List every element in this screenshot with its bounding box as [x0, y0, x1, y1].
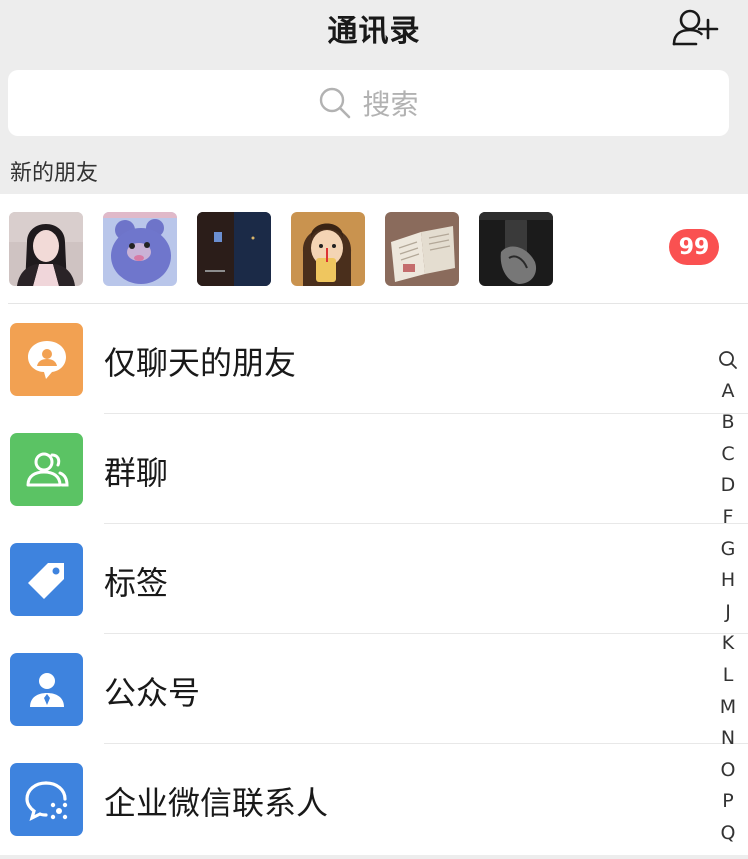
- search-index-icon: [719, 350, 737, 369]
- bottom-edge: [0, 855, 748, 859]
- index-letter[interactable]: C: [712, 439, 744, 471]
- menu-item-label: 公众号: [104, 674, 201, 712]
- index-letter[interactable]: P: [712, 786, 744, 818]
- index-letter[interactable]: M: [712, 692, 744, 724]
- menu-item-group-chats[interactable]: 群聊: [0, 414, 748, 524]
- index-letter[interactable]: N: [712, 723, 744, 755]
- navigation-bar: 通讯录: [0, 0, 748, 56]
- add-friend-icon: [672, 9, 719, 46]
- menu-item-label: 群聊: [104, 454, 169, 492]
- index-letter[interactable]: J: [712, 597, 744, 629]
- menu-item-official-accounts[interactable]: 公众号: [0, 634, 748, 744]
- avatar-dark-night-scene[interactable]: [197, 212, 271, 286]
- enterprise-contact-icon: [10, 763, 83, 836]
- index-search[interactable]: [712, 344, 744, 376]
- index-letter[interactable]: A: [712, 376, 744, 408]
- avatar-dark-hands[interactable]: [479, 212, 553, 286]
- index-letter[interactable]: B: [712, 407, 744, 439]
- group-chat-icon: [10, 433, 83, 506]
- official-account-icon: [10, 653, 83, 726]
- search-bar[interactable]: 搜索: [8, 70, 729, 136]
- index-letter[interactable]: D: [712, 470, 744, 502]
- search-icon: [320, 87, 351, 119]
- avatar-child-drinking[interactable]: [291, 212, 365, 286]
- menu-item-label: 企业微信联系人: [104, 784, 329, 822]
- avatar-girl-portrait[interactable]: [9, 212, 83, 286]
- index-letter[interactable]: H: [712, 565, 744, 597]
- index-letter[interactable]: F: [712, 502, 744, 534]
- page-title: 通讯录: [327, 14, 421, 49]
- add-friend-button[interactable]: [668, 6, 722, 48]
- chat-only-friend-icon: [10, 323, 83, 396]
- menu-item-label: 标签: [104, 564, 169, 602]
- index-letter[interactable]: K: [712, 628, 744, 660]
- menu-item-chat-only-friends[interactable]: 仅聊天的朋友: [0, 304, 748, 414]
- avatar-cartoon-bear[interactable]: [103, 212, 177, 286]
- new-friends-label: 新的朋友: [10, 161, 99, 186]
- menu-item-label: 仅聊天的朋友: [104, 344, 297, 382]
- contacts-menu-list: 仅聊天的朋友 群聊 标签 公众号 企业微信联系人: [0, 304, 748, 857]
- tag-icon: [10, 543, 83, 616]
- index-letter[interactable]: G: [712, 534, 744, 566]
- menu-item-enterprise-contacts[interactable]: 企业微信联系人: [0, 744, 748, 854]
- index-letter[interactable]: L: [712, 660, 744, 692]
- menu-item-tags[interactable]: 标签: [0, 524, 748, 634]
- index-letter[interactable]: Q: [712, 818, 744, 850]
- alphabet-index-bar[interactable]: A B C D F G H J K L M N O P Q: [712, 344, 744, 850]
- new-friends-avatar-strip[interactable]: [0, 194, 748, 304]
- new-friends-count-badge: 99: [669, 229, 719, 265]
- avatar-open-book[interactable]: [385, 212, 459, 286]
- search-placeholder: 搜索: [362, 88, 419, 121]
- index-letter[interactable]: O: [712, 755, 744, 787]
